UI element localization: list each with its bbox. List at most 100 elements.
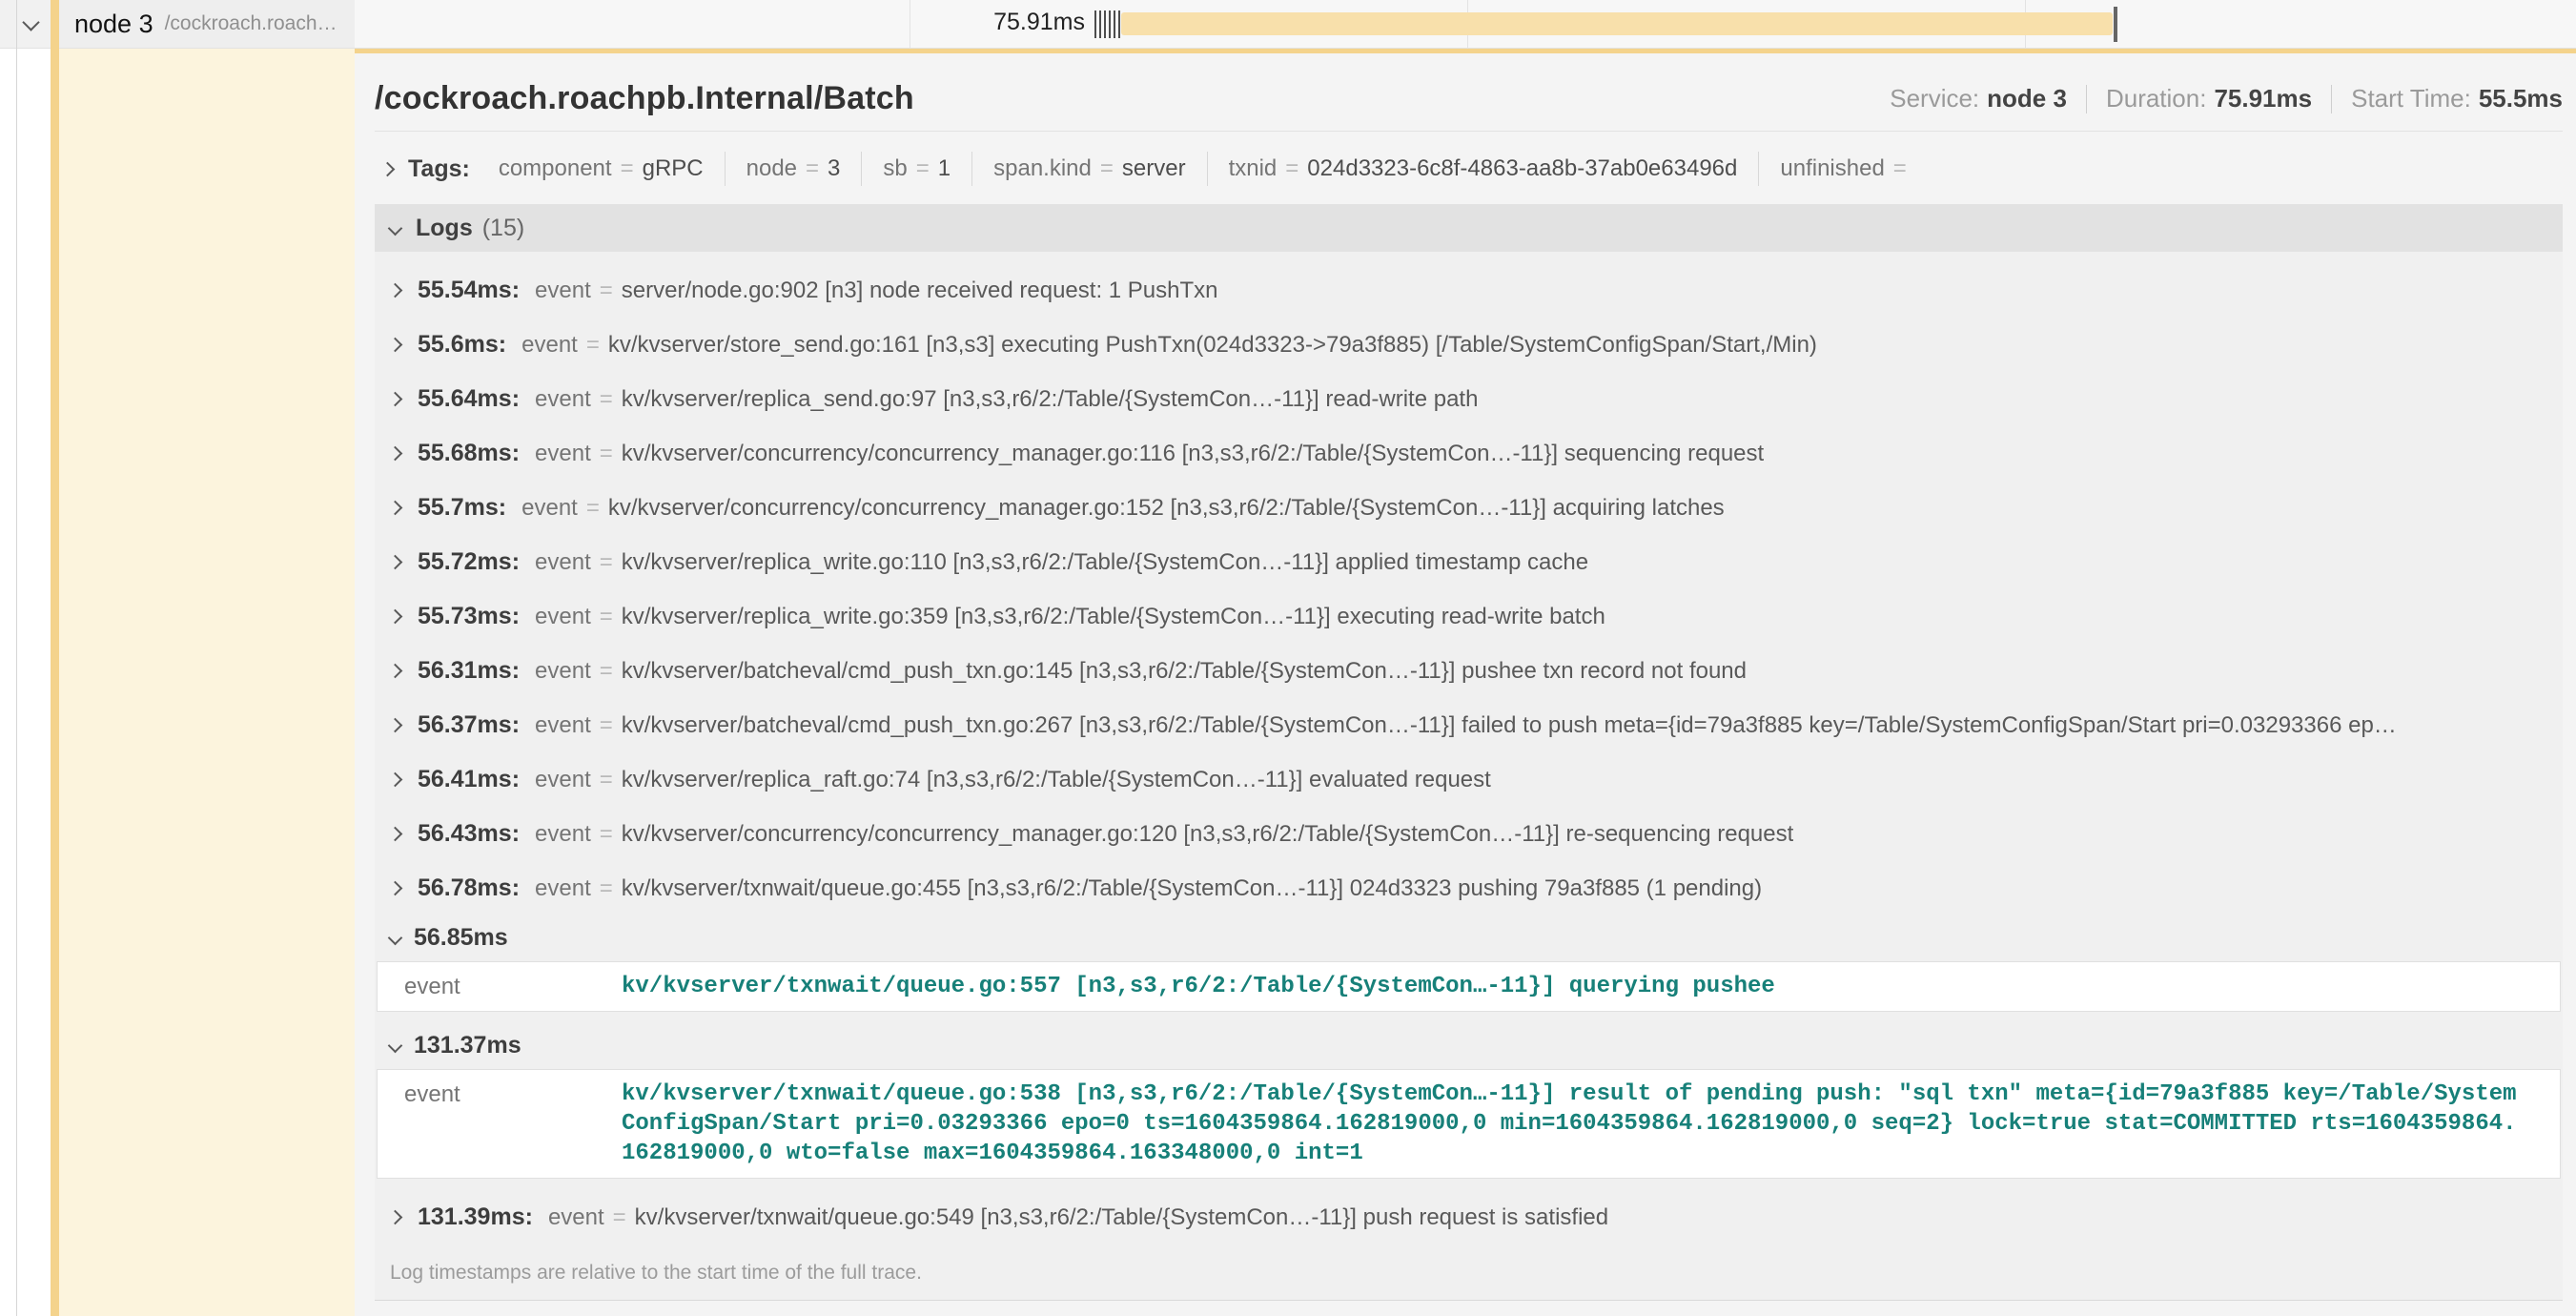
log-field-key: event — [535, 767, 591, 793]
tag-item: txnid = 024d3323-6c8f-4863-aa8b-37ab0e6349… — [1208, 152, 1760, 186]
log-field-value: server/node.go:902 [n3] node received re… — [622, 278, 1218, 304]
log-entry-row[interactable]: 55.68ms:event=kv/kvserver/concurrency/co… — [375, 426, 2563, 481]
log-expand-chevron-icon[interactable] — [388, 827, 403, 842]
tags-expand-chevron-icon[interactable] — [380, 161, 396, 176]
log-expand-chevron-icon[interactable] — [388, 555, 403, 570]
log-timestamp: 131.37ms — [414, 1032, 521, 1059]
meta-divider — [2086, 85, 2087, 113]
span-name-cell[interactable]: node 3 /cockroach.roach… — [59, 0, 355, 48]
log-equals: = — [600, 821, 613, 848]
log-entry-row[interactable]: 55.54ms:event=server/node.go:902 [n3] no… — [375, 263, 2563, 318]
log-equals: = — [600, 767, 613, 793]
log-field-value: kv/kvserver/concurrency/concurrency_mana… — [622, 441, 1764, 467]
log-entry-expanded-header[interactable]: 56.85ms — [375, 915, 2563, 959]
log-timestamp: 55.72ms: — [418, 548, 520, 576]
tag-value: 024d3323-6c8f-4863-aa8b-37ab0e63496d — [1307, 155, 1737, 182]
page-left-divider — [16, 0, 17, 1316]
log-field-value-mono: kv/kvserver/txnwait/queue.go:557 [n3,s3,… — [622, 972, 2519, 1001]
log-expand-chevron-icon[interactable] — [388, 881, 403, 896]
tags-accordion-header[interactable]: Tags: component=gRPCnode=3sb=1span.kind=… — [375, 147, 2563, 191]
log-timestamp: 55.7ms: — [418, 494, 506, 522]
log-timestamp: 56.41ms: — [418, 766, 520, 793]
log-timestamp: 55.54ms: — [418, 277, 520, 304]
log-equals: = — [600, 386, 613, 413]
log-timestamp: 55.6ms: — [418, 331, 506, 359]
span-color-bar — [51, 0, 59, 1316]
log-field-value: kv/kvserver/replica_write.go:359 [n3,s3,… — [622, 604, 1605, 630]
tag-item: component=gRPC — [478, 152, 726, 186]
log-tick-marks — [1094, 10, 1120, 38]
log-collapse-chevron-icon[interactable] — [388, 1038, 403, 1053]
log-field-key: event — [535, 875, 591, 902]
log-entry-row[interactable]: 56.37ms:event=kv/kvserver/batcheval/cmd_… — [375, 698, 2563, 752]
log-collapse-chevron-icon[interactable] — [388, 930, 403, 945]
log-entry-row[interactable]: 56.78ms:event=kv/kvserver/txnwait/queue.… — [375, 861, 2563, 915]
start-time-label: Start Time: — [2351, 84, 2471, 113]
service-label: Service: — [1890, 84, 1979, 113]
log-field-key: event — [535, 278, 591, 304]
tags-label: Tags: — [408, 155, 470, 183]
log-timestamp: 56.78ms: — [418, 874, 520, 902]
span-detail-panel: /cockroach.roachpb.Internal/Batch Servic… — [355, 49, 2576, 1316]
title-divider — [375, 131, 2563, 132]
log-entry-row[interactable]: 56.31ms:event=kv/kvserver/batcheval/cmd_… — [375, 644, 2563, 698]
log-entry-row[interactable]: 55.64ms:event=kv/kvserver/replica_send.g… — [375, 372, 2563, 426]
log-entry-detail-box: eventkv/kvserver/txnwait/queue.go:538 [n… — [377, 1069, 2561, 1179]
log-field-value: kv/kvserver/concurrency/concurrency_mana… — [608, 495, 1725, 522]
log-expand-chevron-icon[interactable] — [388, 664, 403, 679]
log-expand-chevron-icon[interactable] — [388, 338, 403, 353]
tag-equals: = — [1100, 155, 1114, 182]
log-entry-row[interactable]: 55.73ms:event=kv/kvserver/replica_write.… — [375, 589, 2563, 644]
tag-equals: = — [916, 155, 930, 182]
duration-label: Duration: — [2106, 84, 2207, 113]
log-entry-row[interactable]: 55.72ms:event=kv/kvserver/replica_write.… — [375, 535, 2563, 589]
log-field-key: event — [535, 658, 591, 685]
log-field-value: kv/kvserver/txnwait/queue.go:549 [n3,s3,… — [635, 1204, 1608, 1231]
log-equals: = — [586, 332, 600, 359]
log-field-key: event — [535, 386, 591, 413]
start-time-value: 55.5ms — [2479, 84, 2563, 113]
log-entry-row[interactable]: 55.7ms:event=kv/kvserver/concurrency/con… — [375, 481, 2563, 535]
log-expand-chevron-icon[interactable] — [388, 446, 403, 462]
log-expand-chevron-icon[interactable] — [388, 1210, 403, 1225]
log-equals: = — [613, 1204, 626, 1231]
log-entry-detail-box: eventkv/kvserver/txnwait/queue.go:557 [n… — [377, 961, 2561, 1012]
span-duration-label: 75.91ms — [839, 9, 1085, 36]
log-expand-chevron-icon[interactable] — [388, 718, 403, 733]
log-expand-chevron-icon[interactable] — [388, 283, 403, 298]
tag-value: server — [1122, 155, 1186, 182]
span-end-marker — [2114, 7, 2117, 42]
log-equals: = — [600, 658, 613, 685]
tag-item: span.kind=server — [972, 152, 1207, 186]
log-entry-row[interactable]: 56.41ms:event=kv/kvserver/replica_raft.g… — [375, 752, 2563, 807]
logs-collapse-chevron-icon[interactable] — [388, 220, 403, 236]
log-equals: = — [600, 875, 613, 902]
log-entry-row[interactable]: 56.43ms:event=kv/kvserver/concurrency/co… — [375, 807, 2563, 861]
logs-accordion-header[interactable]: Logs (15) — [375, 204, 2563, 252]
log-field-key: event — [535, 712, 591, 739]
span-duration-bar[interactable] — [1121, 12, 2113, 35]
tag-equals: = — [621, 155, 634, 182]
log-entry-expanded-header[interactable]: 131.37ms — [375, 1023, 2563, 1067]
selected-span-row-highlight — [59, 49, 355, 1316]
tag-equals: = — [1285, 155, 1298, 182]
tag-key: node — [746, 155, 797, 182]
log-field-value: kv/kvserver/store_send.go:161 [n3,s3] ex… — [608, 332, 1817, 359]
log-expand-chevron-icon[interactable] — [388, 772, 403, 788]
log-timestamp: 56.43ms: — [418, 820, 520, 848]
log-entry-row[interactable]: 131.39ms:event=kv/kvserver/txnwait/queue… — [375, 1190, 2563, 1244]
log-field-value: kv/kvserver/replica_send.go:97 [n3,s3,r6… — [622, 386, 1479, 413]
log-expand-chevron-icon[interactable] — [388, 501, 403, 516]
log-equals: = — [586, 495, 600, 522]
log-field-value: kv/kvserver/concurrency/concurrency_mana… — [622, 821, 1794, 848]
tags-list: component=gRPCnode=3sb=1span.kind=server… — [478, 152, 1936, 186]
log-field-key: event — [404, 972, 622, 1001]
service-value: node 3 — [1987, 84, 2067, 113]
log-expand-chevron-icon[interactable] — [388, 392, 403, 407]
log-field-key: event — [535, 549, 591, 576]
log-entry-row[interactable]: 55.6ms:event=kv/kvserver/store_send.go:1… — [375, 318, 2563, 372]
log-timestamp: 56.85ms — [414, 924, 508, 952]
tag-key: txnid — [1229, 155, 1278, 182]
log-equals: = — [600, 712, 613, 739]
log-expand-chevron-icon[interactable] — [388, 609, 403, 625]
